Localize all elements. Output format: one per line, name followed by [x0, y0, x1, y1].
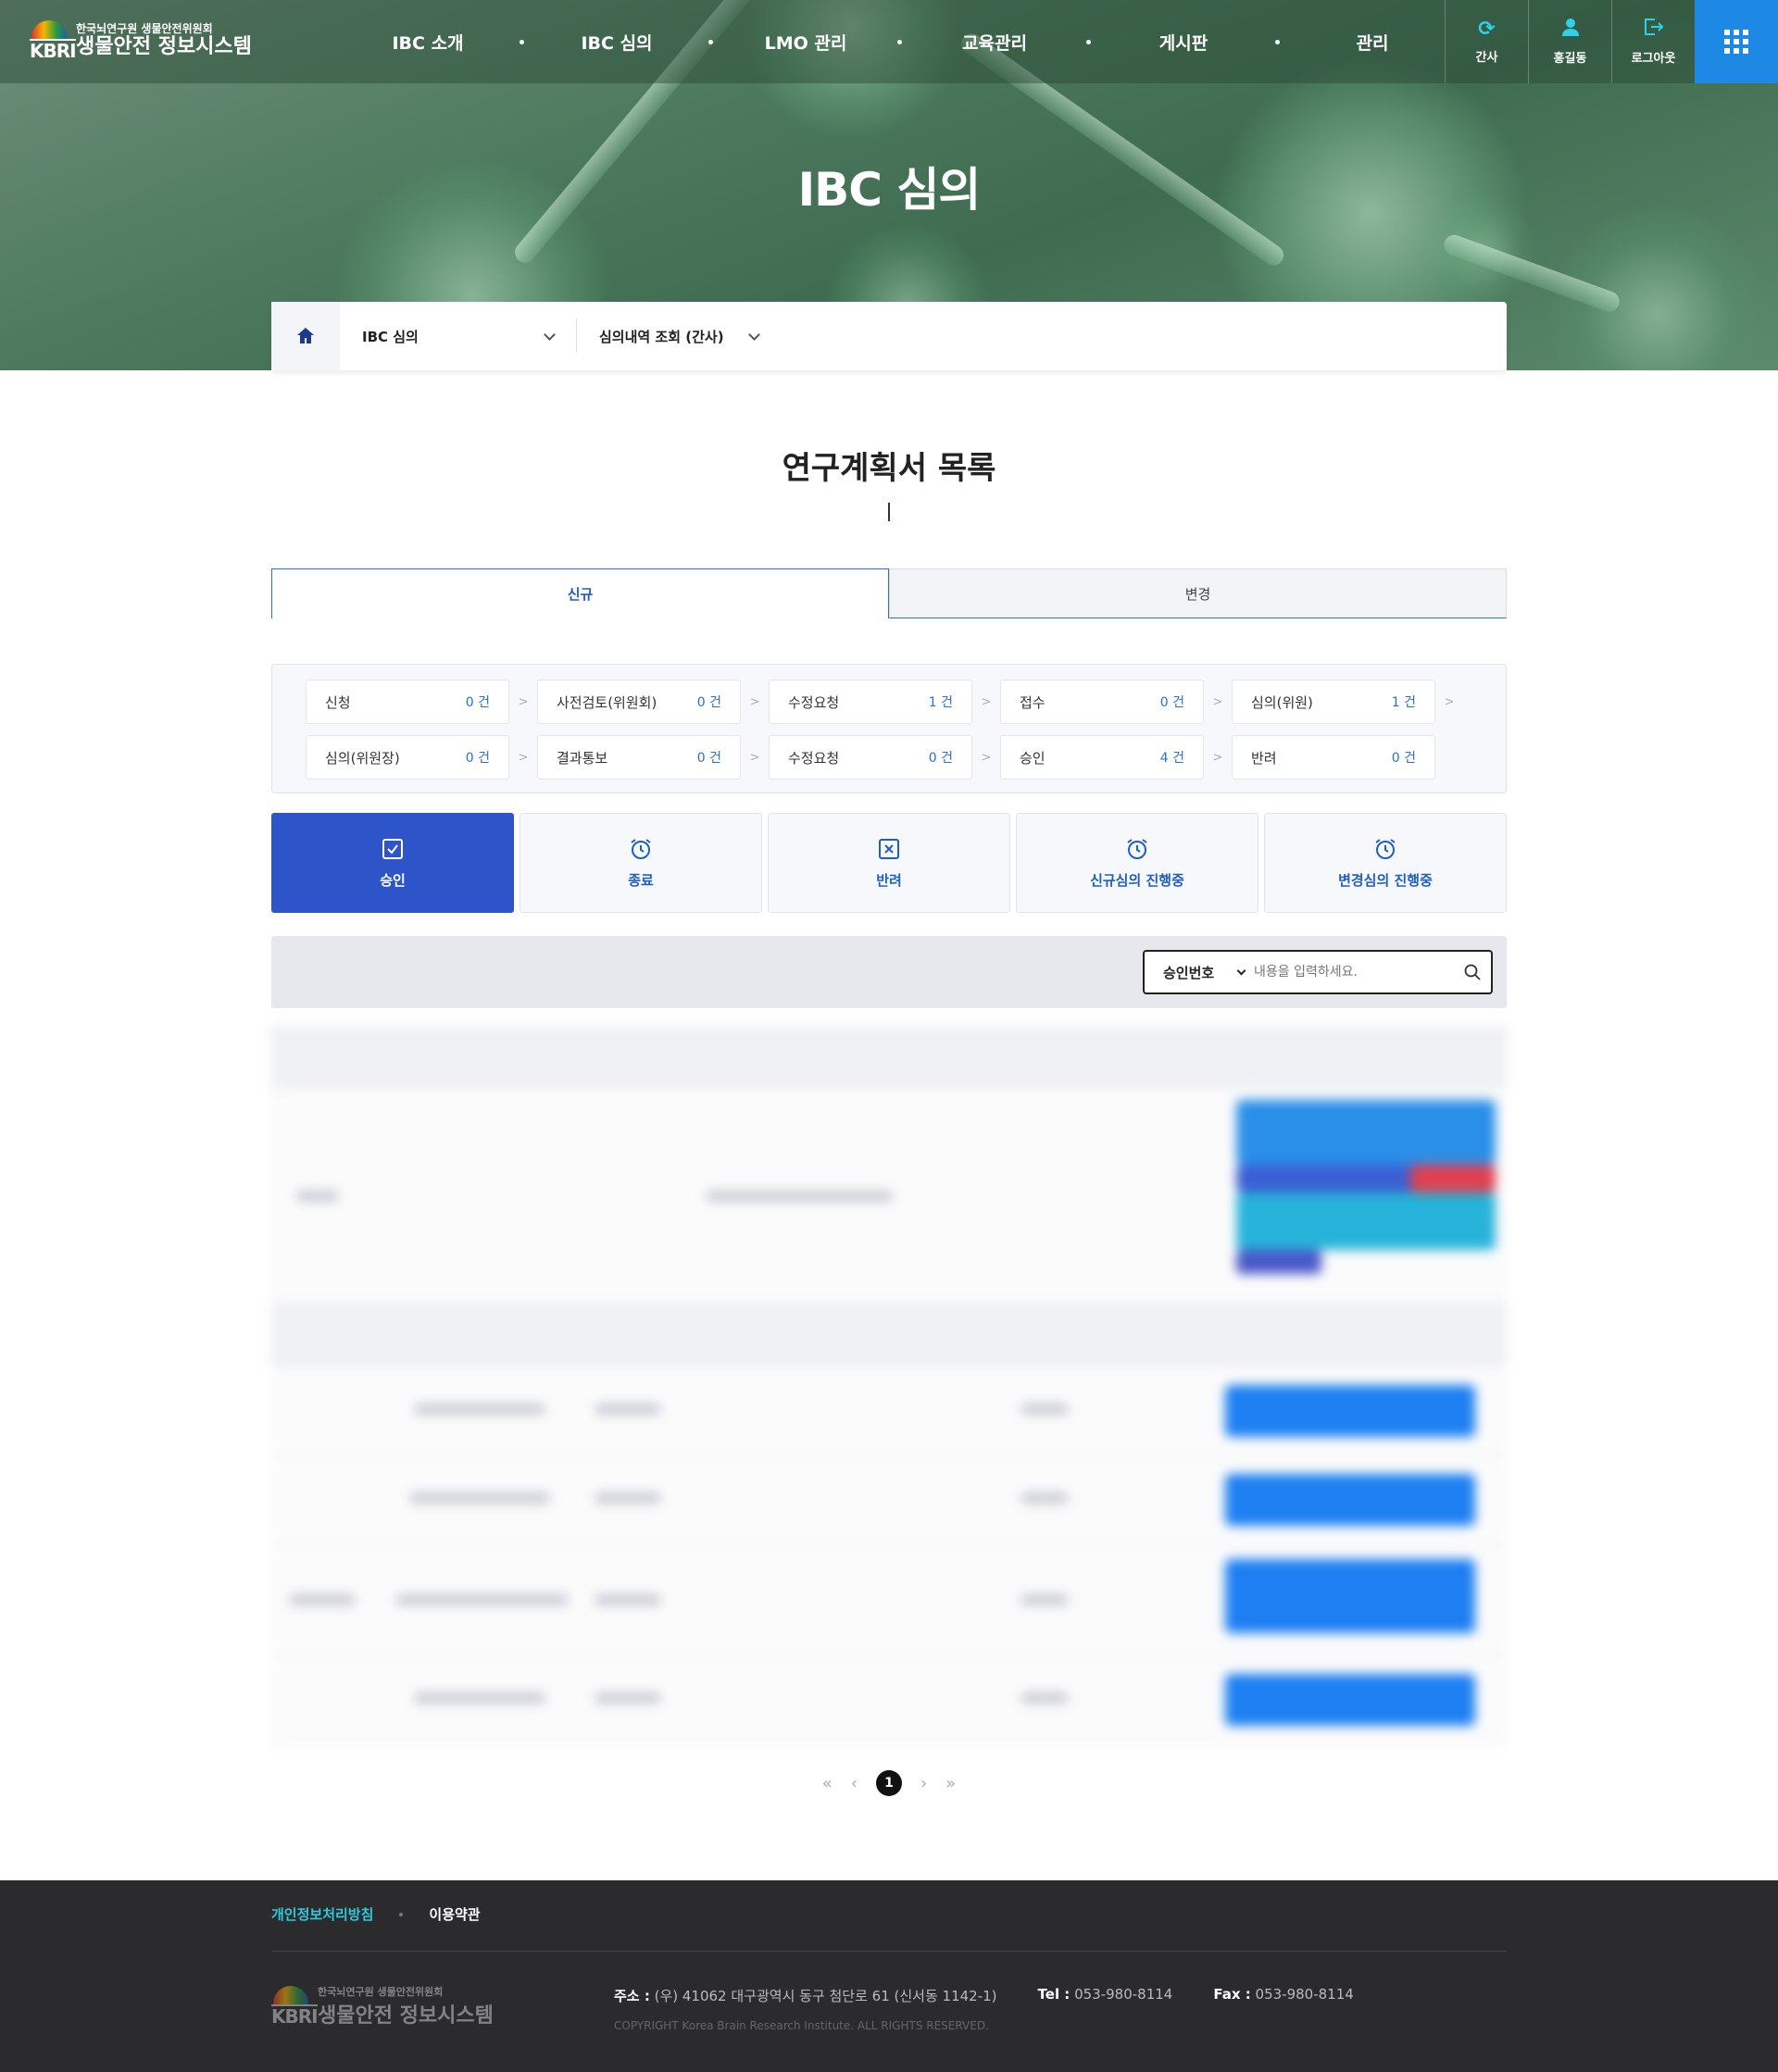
- blurred-results-table: [271, 1026, 1507, 1757]
- logout-button[interactable]: 로그아웃: [1611, 0, 1695, 83]
- filter-rejected-button[interactable]: 반려: [768, 813, 1010, 913]
- chevron-right-icon: >: [981, 694, 992, 709]
- last-page-button[interactable]: »: [945, 1774, 956, 1793]
- nav-item-ibc-review[interactable]: IBC 심의: [522, 0, 713, 83]
- search-bar: 승인번호: [271, 936, 1507, 1008]
- table-header: [271, 1026, 1507, 1089]
- chevron-right-icon: >: [981, 750, 992, 765]
- table-row: [271, 1655, 1507, 1744]
- footer-links: 개인정보처리방침 이용약관: [271, 1904, 481, 1924]
- chevron-right-icon: >: [749, 694, 760, 709]
- table-row: [271, 1367, 1507, 1455]
- chevron-right-icon: >: [518, 694, 529, 709]
- nav-item-education[interactable]: 교육관리: [900, 0, 1091, 83]
- chevron-down-icon: [748, 328, 760, 341]
- page-title: 연구계획서 목록: [782, 450, 996, 487]
- refresh-icon: ⟳: [1478, 17, 1496, 41]
- prev-page-button[interactable]: ‹: [851, 1774, 858, 1793]
- table-row: [271, 1089, 1507, 1304]
- breadcrumb-depth2-select[interactable]: 심의내역 조회 (간사): [577, 319, 781, 353]
- status-pre-review[interactable]: 사전검토(위원회) 0 건: [537, 680, 741, 724]
- footer: 개인정보처리방침 이용약관 KBRI 한국뇌연구원 생물안전위원회 생물안전 정…: [0, 1880, 1778, 2072]
- privacy-policy-link[interactable]: 개인정보처리방침: [271, 1904, 373, 1924]
- nav-item-lmo[interactable]: LMO 관리: [711, 0, 902, 83]
- main-nav: IBC 소개 IBC 심의 LMO 관리 교육관리 게시판 관리: [333, 0, 1467, 83]
- x-box-icon: [877, 837, 901, 861]
- terms-link[interactable]: 이용약관: [429, 1904, 480, 1924]
- status-revision-request[interactable]: 수정요청 1 건: [769, 680, 972, 724]
- filter-buttons: 승인 종료 반려 신규심의 진행중 변경심의 진행중: [271, 813, 1507, 913]
- table-row: [271, 1544, 1507, 1655]
- copyright: COPYRIGHT Korea Brain Research Institute…: [614, 2019, 989, 2032]
- kbri-logo-mark: KBRI: [30, 20, 77, 61]
- nav-item-board[interactable]: 게시판: [1089, 0, 1280, 83]
- chevron-right-icon: >: [1212, 694, 1223, 709]
- title-divider: [888, 503, 890, 521]
- person-icon: [1561, 18, 1579, 41]
- hero-title: IBC 심의: [797, 163, 982, 217]
- chevron-right-icon: >: [1212, 750, 1223, 765]
- alarm-clock-icon: [1373, 837, 1397, 861]
- tab-bar: 신규 변경: [271, 568, 1507, 618]
- status-apply[interactable]: 신청 0 건: [306, 680, 509, 724]
- tab-change[interactable]: 변경: [889, 568, 1507, 618]
- logo-title: 생물안전 정보시스템: [76, 35, 252, 58]
- tab-new[interactable]: 신규: [271, 568, 889, 618]
- breadcrumb: IBC 심의 심의내역 조회 (간사): [271, 302, 1507, 370]
- nav-item-ibc-intro[interactable]: IBC 소개: [333, 0, 524, 83]
- all-menu-button[interactable]: [1695, 0, 1778, 83]
- search-box: 승인번호: [1143, 950, 1493, 994]
- search-category-select[interactable]: 승인번호: [1145, 963, 1254, 982]
- chevron-right-icon: >: [749, 750, 760, 765]
- search-button[interactable]: [1454, 964, 1491, 980]
- filter-ended-button[interactable]: 종료: [520, 813, 762, 913]
- footer-contact: 주소 : (우) 41062 대구광역시 동구 첨단로 61 (신서동 1142…: [614, 1986, 1354, 2004]
- filter-new-in-progress-button[interactable]: 신규심의 진행중: [1016, 813, 1258, 913]
- status-result-notice[interactable]: 결과통보 0 건: [537, 735, 741, 780]
- filter-approved-button[interactable]: 승인: [271, 813, 514, 913]
- site-logo[interactable]: KBRI 한국뇌연구원 생물안전위원회 생물안전 정보시스템: [30, 20, 252, 61]
- search-input[interactable]: [1254, 965, 1454, 980]
- table-row: [271, 1455, 1507, 1544]
- home-button[interactable]: [271, 302, 340, 370]
- nav-item-admin[interactable]: 관리: [1278, 0, 1467, 83]
- status-review-member[interactable]: 심의(위원) 1 건: [1232, 680, 1435, 724]
- status-row: 신청 0 건 > 사전검토(위원회) 0 건 > 수정요청 1 건 > 접수 0 건 >…: [306, 680, 1463, 724]
- kbri-logo-mark: KBRI: [271, 1986, 319, 2027]
- checkbox-icon: [381, 837, 405, 861]
- chevron-right-icon: >: [1444, 694, 1455, 709]
- logout-icon: [1644, 18, 1664, 41]
- breadcrumb-depth1-select[interactable]: IBC 심의: [340, 319, 577, 353]
- pagination: « ‹ 1 › »: [0, 1770, 1778, 1796]
- status-row: 심의(위원장) 0 건 > 결과통보 0 건 > 수정요청 0 건 > 승인 4 건 >…: [306, 735, 1435, 780]
- next-page-button[interactable]: ›: [920, 1774, 927, 1793]
- status-review-chair[interactable]: 심의(위원장) 0 건: [306, 735, 509, 780]
- table-header: [271, 1304, 1507, 1367]
- status-revision-request-2[interactable]: 수정요청 0 건: [769, 735, 972, 780]
- search-icon: [1464, 964, 1481, 980]
- chevron-right-icon: >: [518, 750, 529, 765]
- logo-subtitle: 한국뇌연구원 생물안전위원회: [76, 22, 213, 35]
- status-received[interactable]: 접수 0 건: [1000, 680, 1204, 724]
- user-profile-button[interactable]: 홍길동: [1528, 0, 1611, 83]
- chevron-down-icon: [1236, 966, 1246, 975]
- role-switch-button[interactable]: ⟳ 간사: [1445, 0, 1528, 83]
- status-approved[interactable]: 승인 4 건: [1000, 735, 1204, 780]
- chevron-down-icon: [544, 328, 556, 341]
- filter-change-in-progress-button[interactable]: 변경심의 진행중: [1264, 813, 1507, 913]
- home-icon: [297, 328, 314, 343]
- first-page-button[interactable]: «: [822, 1774, 833, 1793]
- alarm-clock-icon: [629, 837, 653, 861]
- utility-menu: ⟳ 간사 홍길동 로그아웃: [1445, 0, 1695, 83]
- status-rejected[interactable]: 반려 0 건: [1232, 735, 1435, 780]
- footer-logo: KBRI 한국뇌연구원 생물안전위원회 생물안전 정보시스템: [271, 1986, 494, 2028]
- alarm-clock-icon: [1125, 837, 1149, 861]
- status-summary: 신청 0 건 > 사전검토(위원회) 0 건 > 수정요청 1 건 > 접수 0 건 >…: [271, 664, 1507, 793]
- current-page[interactable]: 1: [876, 1770, 902, 1796]
- footer-divider: [271, 1951, 1507, 1952]
